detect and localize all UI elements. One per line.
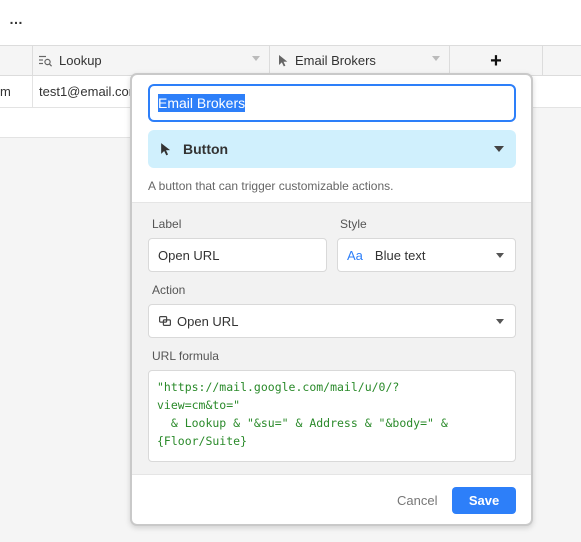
plus-icon: +: [490, 49, 502, 72]
field-name-text: Email Brokers: [158, 94, 246, 112]
field-type-select[interactable]: Button: [148, 130, 516, 168]
column-header-lookup[interactable]: Lookup: [33, 46, 270, 75]
button-label-input[interactable]: Open URL: [148, 238, 327, 272]
open-url-icon: [159, 316, 171, 326]
lookup-icon: [39, 55, 53, 67]
text-style-icon: Aa: [347, 247, 363, 263]
formula-line: "https://mail.google.com/mail/u/0/?: [157, 380, 400, 394]
field-type-label: Button: [183, 141, 229, 157]
chevron-down-icon: [496, 253, 504, 258]
grid-header: Lookup Email Brokers +: [0, 45, 581, 76]
chevron-down-icon: [494, 146, 504, 152]
button-settings-panel: Label Open URL Style Aa Blue text Action…: [132, 202, 531, 475]
top-toolbar: …: [0, 0, 581, 45]
field-config-popover: Email Brokers Button A button that can t…: [130, 73, 533, 526]
button-action-value: Open URL: [177, 313, 239, 329]
button-style-select[interactable]: Aa Blue text: [337, 238, 516, 272]
chevron-down-icon: [496, 319, 504, 324]
formula-line: & Lookup & "&su=" & Address & "&body=" &: [157, 416, 448, 430]
label-heading: Label: [152, 217, 182, 231]
formula-line: {Floor/Suite}: [157, 434, 248, 448]
url-formula-editor[interactable]: "https://mail.google.com/mail/u/0/? view=…: [148, 370, 516, 462]
url-formula-heading: URL formula: [152, 349, 219, 363]
chevron-down-icon[interactable]: [432, 56, 440, 61]
button-style-value: Blue text: [374, 247, 426, 263]
table-cell[interactable]: m: [0, 76, 33, 107]
action-heading: Action: [152, 283, 186, 297]
add-field-button[interactable]: +: [450, 46, 543, 75]
field-type-description: A button that can trigger customizable a…: [148, 179, 394, 193]
column-header-label: Lookup: [59, 53, 102, 68]
column-header-previous[interactable]: [0, 46, 33, 75]
save-button[interactable]: Save: [452, 487, 516, 514]
formula-line: view=cm&to=": [157, 398, 241, 412]
button-action-select[interactable]: Open URL: [148, 304, 516, 338]
more-options-button[interactable]: …: [9, 11, 23, 27]
button-label-value: Open URL: [158, 247, 220, 263]
cursor-icon: [278, 54, 289, 67]
cursor-icon: [160, 142, 172, 156]
field-name-input[interactable]: Email Brokers: [148, 84, 516, 122]
column-header-email-brokers[interactable]: Email Brokers: [270, 46, 450, 75]
cancel-button[interactable]: Cancel: [397, 493, 437, 508]
chevron-down-icon[interactable]: [252, 56, 260, 61]
style-heading: Style: [340, 217, 367, 231]
table-row-empty: [0, 108, 130, 138]
column-header-label: Email Brokers: [295, 53, 376, 68]
grid-background: [532, 108, 581, 138]
